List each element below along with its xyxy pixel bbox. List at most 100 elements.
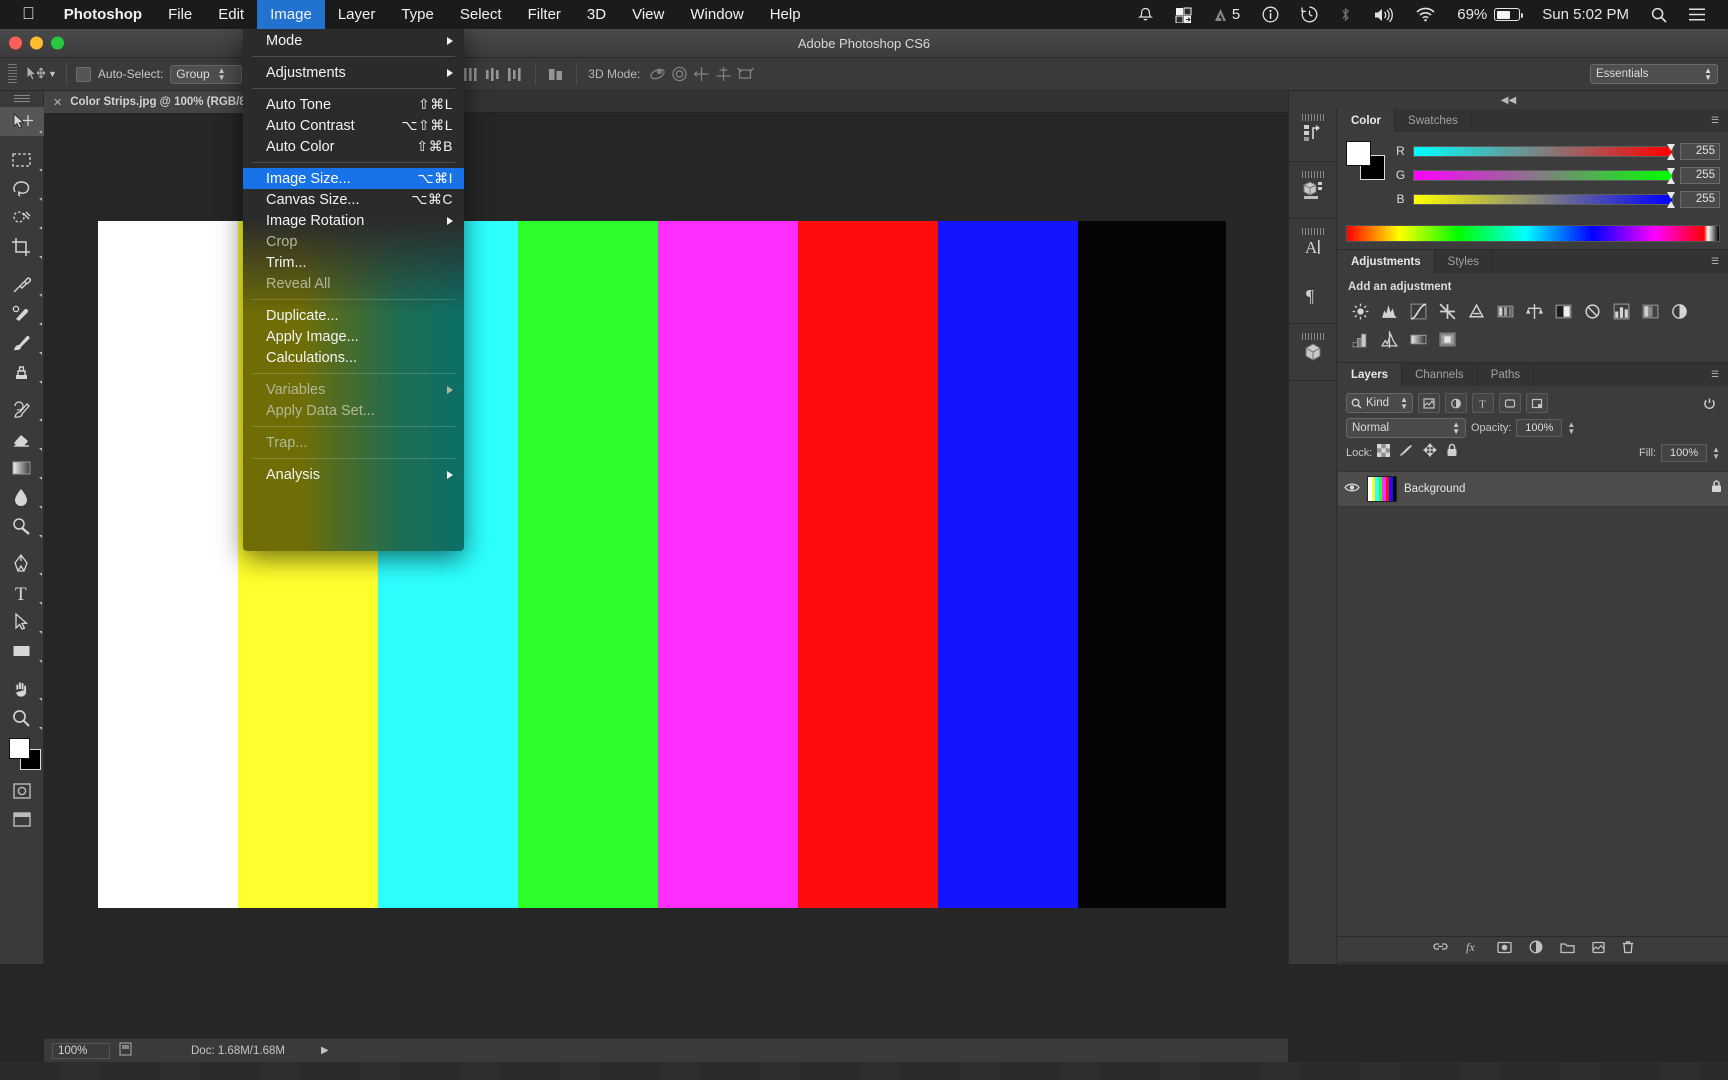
channel-value[interactable]: 255 [1680,190,1720,208]
auto-select-checkbox[interactable] [75,66,91,82]
menu-item-image-rotation[interactable]: Image Rotation [243,210,464,231]
paragraph-panel-icon[interactable]: ¶ [1289,271,1337,319]
spot-healing-brush-tool[interactable] [0,299,44,328]
channel-slider[interactable] [1413,191,1676,208]
clone-stamp-tool[interactable] [0,357,44,386]
menu-item-trim[interactable]: Trim... [243,252,464,273]
dropbox-icon[interactable] [1164,0,1203,29]
tool-preset-chevron-icon[interactable]: ▼ [48,69,57,79]
threshold-icon[interactable] [1375,326,1403,352]
new-fill-adjustment-icon[interactable] [1529,940,1543,959]
curves-icon[interactable] [1404,298,1432,324]
3d-panel-icon[interactable] [1289,166,1337,214]
macos-menu-window[interactable]: Window [677,0,756,29]
document-tab[interactable]: ✕ Color Strips.jpg @ 100% (RGB/8 [44,91,259,113]
layer-filter-row[interactable]: Kind ▲ ▼ T [1346,393,1720,413]
slide-3d-icon[interactable] [712,63,734,85]
wifi-icon[interactable] [1405,0,1446,29]
blur-tool[interactable] [0,482,44,511]
gradient-map-icon[interactable] [1404,326,1432,352]
triangle-right-icon[interactable]: ▶ [321,1045,329,1056]
eraser-tool[interactable] [0,424,44,453]
dodge-tool[interactable] [0,511,44,540]
image-menu-dropdown[interactable]: Mode Adjustments Auto Tone ⇧⌘L Auto Contrast… [243,24,464,551]
posterize-icon[interactable] [1346,326,1374,352]
tools-panel-handle[interactable] [0,91,43,107]
panel-menu-icon[interactable]: ☰ [1708,255,1722,267]
tab-paths[interactable]: Paths [1478,363,1535,386]
menu-item-auto-color[interactable]: Auto Color ⇧⌘B [243,136,464,157]
window-controls[interactable] [9,36,64,50]
invert-icon[interactable] [1665,298,1693,324]
auto-align-layers-icon[interactable] [545,63,567,85]
macos-menu-filter[interactable]: Filter [515,0,574,29]
tab-channels[interactable]: Channels [1402,363,1478,386]
lock-buttons[interactable] [1377,443,1458,462]
list-icon[interactable] [1678,0,1716,29]
lock-all-icon[interactable] [1446,443,1458,462]
brightness-contrast-icon[interactable] [1346,298,1374,324]
close-icon[interactable]: ✕ [53,96,62,109]
filter-shape-icon[interactable] [1499,393,1521,413]
rectangle-tool[interactable] [0,636,44,665]
battery-status[interactable]: 69% [1446,0,1531,29]
tab-color[interactable]: Color [1338,109,1396,132]
rectangular-marquee-tool[interactable] [0,145,44,174]
link-layers-icon[interactable] [1432,941,1448,959]
info-icon[interactable] [1251,0,1290,29]
levels-icon[interactable] [1375,298,1403,324]
image-menu-items[interactable]: Mode Adjustments Auto Tone ⇧⌘L Auto Contrast… [243,24,464,551]
scale-3d-icon[interactable] [734,63,756,85]
foreground-color-swatch[interactable] [1346,141,1371,166]
tab-layers[interactable]: Layers [1338,363,1403,386]
tool-color-swatches[interactable] [0,732,44,776]
vibrance-icon[interactable] [1462,298,1490,324]
crop-tool[interactable] [0,232,44,261]
blend-mode-row[interactable]: Normal ▲ ▼ Opacity: 100% ▲ ▼ [1346,418,1720,438]
layers-panel-tabs[interactable]: Layers Channels Paths ☰ [1338,363,1728,386]
panel-menu-icon[interactable]: ☰ [1708,368,1722,380]
eyedropper-tool[interactable] [0,270,44,299]
lock-position-icon[interactable] [1423,443,1438,462]
slider-knob[interactable] [1667,191,1676,208]
macos-menu-3d[interactable]: 3D [574,0,619,29]
panel-menu-icon[interactable]: ☰ [1708,114,1722,126]
layer-filter-kind-select[interactable]: Kind ▲ ▼ [1346,393,1413,413]
menu-item-analysis[interactable]: Analysis [243,464,464,485]
exposure-icon[interactable] [1433,298,1461,324]
zoom-window-button[interactable] [51,36,64,50]
orbit-3d-icon[interactable] [646,63,668,85]
color-balance-icon[interactable] [1520,298,1548,324]
drag-grip[interactable] [1302,171,1324,178]
black-white-icon[interactable] [1549,298,1577,324]
eye-icon[interactable] [1344,480,1360,498]
menu-item-apply-image[interactable]: Apply Image... [243,326,464,347]
quick-mask-toggle[interactable] [0,776,44,805]
macos-menu-select[interactable]: Select [447,0,515,29]
adjustments-panel-tabs[interactable]: Adjustments Styles ☰ [1338,250,1728,273]
macos-menu-layer[interactable]: Layer [325,0,389,29]
collapse-panels-button[interactable]: ◀◀ [1289,91,1728,109]
lock-image-pixels-icon[interactable] [1399,444,1414,462]
drag-grip[interactable] [1302,333,1324,340]
pan-3d-icon[interactable] [690,63,712,85]
apple-logo-icon[interactable]:  [0,5,51,22]
menu-item-duplicate[interactable]: Duplicate... [243,305,464,326]
path-selection-tool[interactable] [0,607,44,636]
chevron-updown-icon[interactable]: ▲ ▼ [1452,421,1460,436]
macos-menu-file[interactable]: File [155,0,205,29]
menu-item-calculations[interactable]: Calculations... [243,347,464,368]
channel-value[interactable]: 255 [1680,142,1720,160]
filter-pixel-icon[interactable] [1418,393,1440,413]
minimize-window-button[interactable] [30,36,43,50]
delete-layer-icon[interactable] [1622,940,1634,959]
adobe-cc-icon[interactable]: 5 [1203,0,1251,29]
layers-panel-footer[interactable]: fx [1338,936,1728,962]
channel-slider[interactable] [1413,143,1676,160]
menu-item-canvas-size[interactable]: Canvas Size... ⌥⌘C [243,189,464,210]
horizontal-type-tool[interactable]: T [0,578,44,607]
slider-knob[interactable] [1667,143,1676,160]
chevron-updown-icon[interactable]: ▲ ▼ [1704,67,1712,82]
layer-mask-icon[interactable] [1496,941,1512,959]
photo-filter-icon[interactable] [1578,298,1606,324]
